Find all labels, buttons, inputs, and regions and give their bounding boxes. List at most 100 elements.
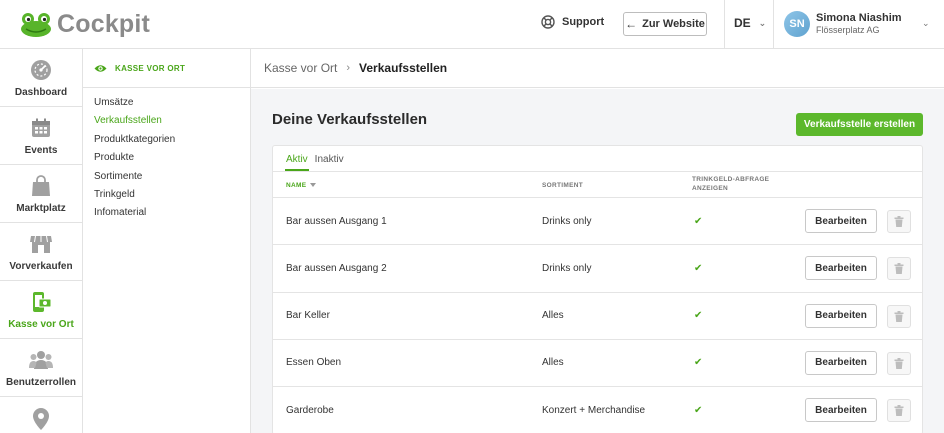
divider — [773, 0, 774, 49]
support-label: Support — [562, 16, 605, 28]
subnav-link[interactable]: Produkte — [94, 149, 250, 167]
nav-label: Benutzerrollen — [5, 376, 76, 388]
column-header-tip-prompt: TRINKGELD-ABFRAGE ANZEIGEN — [692, 176, 770, 192]
tab-inaktiv[interactable]: Inaktiv — [314, 154, 345, 171]
cell-name: Essen Oben — [286, 357, 342, 369]
main-content: Deine Verkaufsstellen Verkaufsstelle ers… — [251, 89, 944, 433]
delete-button[interactable] — [887, 399, 911, 423]
sub-navigation: KASSE VOR ORT Umsätze Verkaufsstellen Prod… — [83, 49, 251, 433]
cell-sortiment: Alles — [542, 310, 564, 322]
trash-icon — [894, 263, 904, 275]
column-header-sortiment: SORTIMENT — [542, 182, 583, 189]
shopping-bag-icon — [31, 174, 51, 198]
frog-logo-icon — [21, 12, 51, 37]
nav-label: Dashboard — [14, 86, 68, 98]
column-header-name[interactable]: NAME — [286, 181, 317, 190]
delete-button[interactable] — [887, 257, 911, 281]
logo[interactable]: Cockpit — [20, 10, 150, 39]
lifebuoy-icon — [541, 15, 555, 29]
table-row: Garderobe Konzert + Merchandise ✔ Bearbeite… — [273, 387, 922, 433]
breadcrumb-parent[interactable]: Kasse vor Ort — [264, 61, 337, 75]
table-row: Bar aussen Ausgang 1 Drinks only ✔ Bearbeit… — [273, 198, 922, 246]
delete-button[interactable] — [887, 351, 911, 375]
nav-label: Vorverkaufen — [9, 260, 73, 272]
edit-button[interactable]: Bearbeiten — [805, 256, 877, 281]
chevron-right-icon: › — [346, 62, 351, 74]
subnav-link[interactable]: Trinkgeld — [94, 186, 250, 204]
nav-item-locations[interactable] — [0, 397, 82, 433]
breadcrumb-current: Verkaufsstellen — [359, 61, 448, 75]
dashboard-icon — [30, 58, 52, 82]
table-body: Bar aussen Ausgang 1 Drinks only ✔ Bearbeit… — [273, 198, 922, 433]
cell-sortiment: Drinks only — [542, 262, 592, 274]
cell-name: Bar aussen Ausgang 1 — [286, 215, 387, 227]
delete-button[interactable] — [887, 210, 911, 233]
table-row: Bar aussen Ausgang 2 Drinks only ✔ Bearbeit… — [273, 245, 922, 293]
nav-label: Kasse vor Ort — [8, 318, 74, 330]
edit-button[interactable]: Bearbeiten — [805, 350, 877, 375]
checkmark-icon: ✔ — [694, 357, 703, 369]
edit-button[interactable]: Bearbeiten — [805, 398, 877, 423]
subnav-header: KASSE VOR ORT — [83, 49, 250, 88]
subnav-title: KASSE VOR ORT — [115, 63, 186, 73]
cell-name: Bar aussen Ausgang 2 — [286, 262, 387, 274]
language-value: DE — [734, 16, 751, 30]
cell-sortiment: Drinks only — [542, 215, 592, 227]
checkmark-icon: ✔ — [694, 310, 703, 322]
brand-name: Cockpit — [57, 10, 151, 38]
trash-icon — [894, 405, 904, 417]
create-sales-point-button[interactable]: Verkaufsstelle erstellen — [796, 113, 923, 136]
cell-sortiment: Konzert + Merchandise — [542, 404, 646, 416]
page-title: Deine Verkaufsstellen — [272, 111, 428, 128]
nav-item-events[interactable]: Events — [0, 107, 82, 165]
user-menu[interactable]: SN Simona Niashim Flösserplatz AG ⌄ — [784, 11, 930, 37]
mobile-cash-icon — [30, 290, 52, 314]
nav-item-vorverkaufen[interactable]: Vorverkaufen — [0, 223, 82, 281]
edit-button[interactable]: Bearbeiten — [805, 303, 877, 328]
user-company: Flösserplatz AG — [816, 25, 880, 35]
cell-name: Bar Keller — [286, 310, 330, 322]
subnav-link[interactable]: Infomaterial — [94, 204, 250, 222]
divider — [724, 0, 725, 49]
arrow-left-icon: ← — [625, 17, 638, 31]
edit-button[interactable]: Bearbeiten — [805, 209, 877, 233]
tab-aktiv[interactable]: Aktiv — [285, 154, 309, 171]
nav-item-benutzerrollen[interactable]: Benutzerrollen — [0, 339, 82, 397]
cell-name: Garderobe — [286, 404, 334, 416]
nav-label: Events — [24, 144, 58, 156]
delete-button[interactable] — [887, 304, 911, 328]
nav-item-kasse-vor-ort[interactable]: Kasse vor Ort — [0, 281, 82, 339]
website-button[interactable]: ← Zur Website — [623, 12, 707, 36]
sort-down-icon — [310, 183, 317, 188]
calendar-icon — [31, 116, 51, 140]
cell-sortiment: Alles — [542, 357, 564, 369]
location-pin-icon — [33, 407, 49, 431]
subnav-link[interactable]: Produktkategorien — [94, 131, 250, 149]
nav-item-marktplatz[interactable]: Marktplatz — [0, 165, 82, 223]
subnav-link[interactable]: Sortimente — [94, 168, 250, 186]
breadcrumb: Kasse vor Ort › Verkaufsstellen — [251, 49, 944, 88]
status-tabs: Aktiv Inaktiv — [273, 146, 922, 172]
checkmark-icon: ✔ — [694, 262, 703, 274]
nav-label: Marktplatz — [16, 202, 66, 214]
table-row: Essen Oben Alles ✔ Bearbeiten — [273, 340, 922, 388]
trash-icon — [894, 357, 904, 369]
subnav-link[interactable]: Verkaufsstellen — [94, 112, 250, 130]
support-link[interactable]: Support — [541, 15, 604, 29]
subnav-link[interactable]: Umsätze — [94, 94, 250, 112]
top-bar: Cockpit Support ← Zur Website DE ⌄ SN Si… — [0, 0, 944, 49]
sales-points-card: Aktiv Inaktiv NAME SORTIMENT TRINKGELD-A… — [272, 145, 923, 433]
chevron-down-icon: ⌄ — [922, 18, 930, 28]
trash-icon — [894, 310, 904, 322]
users-icon — [29, 348, 53, 372]
eye-icon — [94, 64, 107, 72]
avatar: SN — [784, 11, 810, 37]
nav-item-dashboard[interactable]: Dashboard — [0, 49, 82, 107]
chevron-down-icon: ⌄ — [758, 17, 767, 28]
trash-icon — [894, 216, 904, 227]
table-header: NAME SORTIMENT TRINKGELD-ABFRAGE ANZEIGEN — [273, 172, 922, 198]
main-navigation: Dashboard Events Marktplatz Vorverkaufen… — [0, 49, 83, 433]
user-name: Simona Niashim — [816, 12, 902, 24]
website-label: Zur Website — [642, 18, 705, 30]
language-selector[interactable]: DE ⌄ — [734, 16, 766, 30]
